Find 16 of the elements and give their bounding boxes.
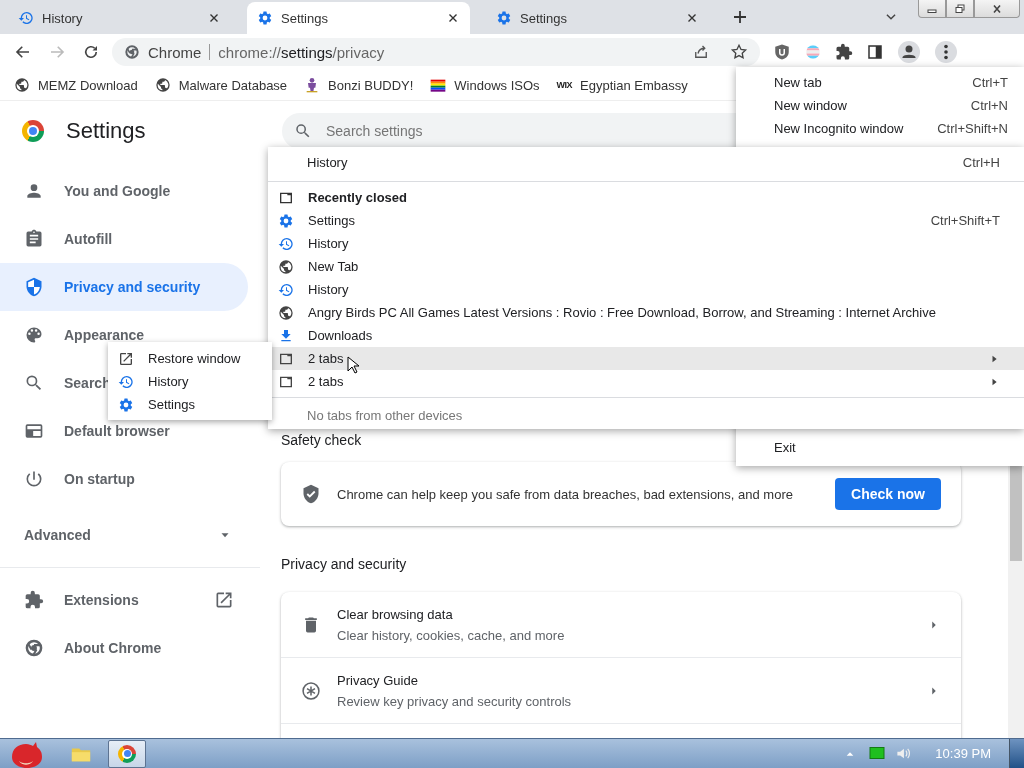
logo-icon: WIX xyxy=(556,80,573,90)
row-subtitle: Review key privacy and security controls xyxy=(337,693,572,709)
site-label: Chrome xyxy=(148,43,202,61)
menu-heading: Recently closed xyxy=(308,190,407,205)
section-heading: Safety check xyxy=(281,432,362,450)
menu-note: No tabs from other devices xyxy=(306,406,464,425)
settings-title: Settings xyxy=(66,118,146,144)
safety-check-text: Chrome can help keep you safe from data breaches, bad extensions, and more xyxy=(337,486,793,502)
row-title: Clear browsing data xyxy=(337,606,454,622)
section-heading: Privacy and security xyxy=(281,556,407,574)
url-text: chrome://settings/privacy xyxy=(218,43,385,61)
tab-title: Settings xyxy=(281,10,329,26)
row-title: Privacy Guide xyxy=(337,672,419,688)
tab-title: Settings xyxy=(520,10,568,26)
row-subtitle: Clear history, cookies, cache, and more xyxy=(337,627,565,643)
tab-title: History xyxy=(42,10,84,26)
